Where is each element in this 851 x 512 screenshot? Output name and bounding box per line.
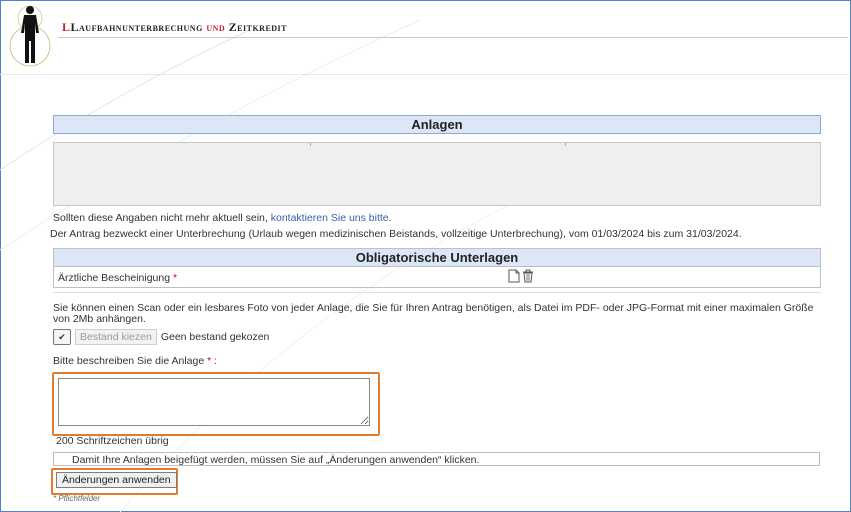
document-label-text: Ärztliche Bescheinigung (58, 272, 171, 284)
document-row: Ärztliche Bescheinigung * (54, 267, 820, 287)
document-actions (508, 269, 534, 283)
anlagen-heading: Anlagen (53, 115, 821, 134)
apply-notice: Damit Ihre Anlagen beigefügt werden, müs… (53, 452, 820, 466)
attachment-description-input[interactable] (58, 378, 370, 426)
document-icon[interactable] (508, 269, 520, 283)
obligatory-documents: Obligatorische Unterlagen Ärztliche Besc… (53, 248, 821, 288)
required-marker: * : (204, 355, 218, 367)
browse-button[interactable]: Bestand kiezen (75, 329, 157, 345)
attachments-box (53, 142, 821, 206)
document-label: Ärztliche Bescheinigung * (58, 272, 177, 284)
section-separator (53, 292, 821, 293)
obligatory-heading: Obligatorische Unterlagen (54, 249, 820, 267)
chars-left-counter: 200 Schriftzeichen übrig (56, 435, 169, 447)
required-marker: * (170, 272, 178, 284)
title-und: und (206, 20, 226, 34)
describe-label: Bitte beschreiben Sie die Anlage * : (53, 355, 821, 367)
required-fields-note: * Pflichtfelder (53, 494, 101, 503)
title-initial-l: L (62, 20, 71, 34)
contact-link[interactable]: kontaktieren Sie uns bitte (271, 212, 389, 224)
no-file-text: Geen bestand gekozen (160, 331, 270, 343)
attachments-divider (565, 143, 566, 146)
trash-icon[interactable] (522, 269, 534, 283)
vitruvian-man-logo (9, 5, 51, 67)
header-rule (58, 37, 848, 38)
chevron-down-icon[interactable]: ✔ (53, 329, 71, 345)
file-picker: ✔ Bestand kiezen Geen bestand gekozen (53, 329, 821, 345)
contact-note: Sollten diese Angaben nicht mehr aktuell… (53, 212, 821, 224)
apply-changes-button[interactable]: Änderungen anwenden (56, 472, 177, 488)
contact-text: Sollten diese Angaben nicht mehr aktuell… (53, 212, 271, 224)
main-content: Anlagen Sollten diese Angaben nicht mehr… (50, 115, 821, 367)
upload-instructions: Sie können einen Scan oder ein lesbares … (53, 302, 814, 325)
site-title: LLaufbahnunterbrechung und Zeitkredit (62, 20, 287, 35)
describe-label-text: Bitte beschreiben Sie die Anlage (53, 355, 205, 367)
title-part1: Laufbahnunterbrechung (70, 20, 207, 34)
contact-end: . (388, 212, 392, 224)
attachments-divider (310, 143, 311, 146)
request-summary: Der Antrag bezweckt einer Unterbrechung … (50, 228, 742, 240)
title-part2: Zeitkredit (225, 20, 288, 34)
header-bottom-rule (0, 74, 849, 75)
site-header: LLaufbahnunterbrechung und Zeitkredit (0, 0, 849, 80)
